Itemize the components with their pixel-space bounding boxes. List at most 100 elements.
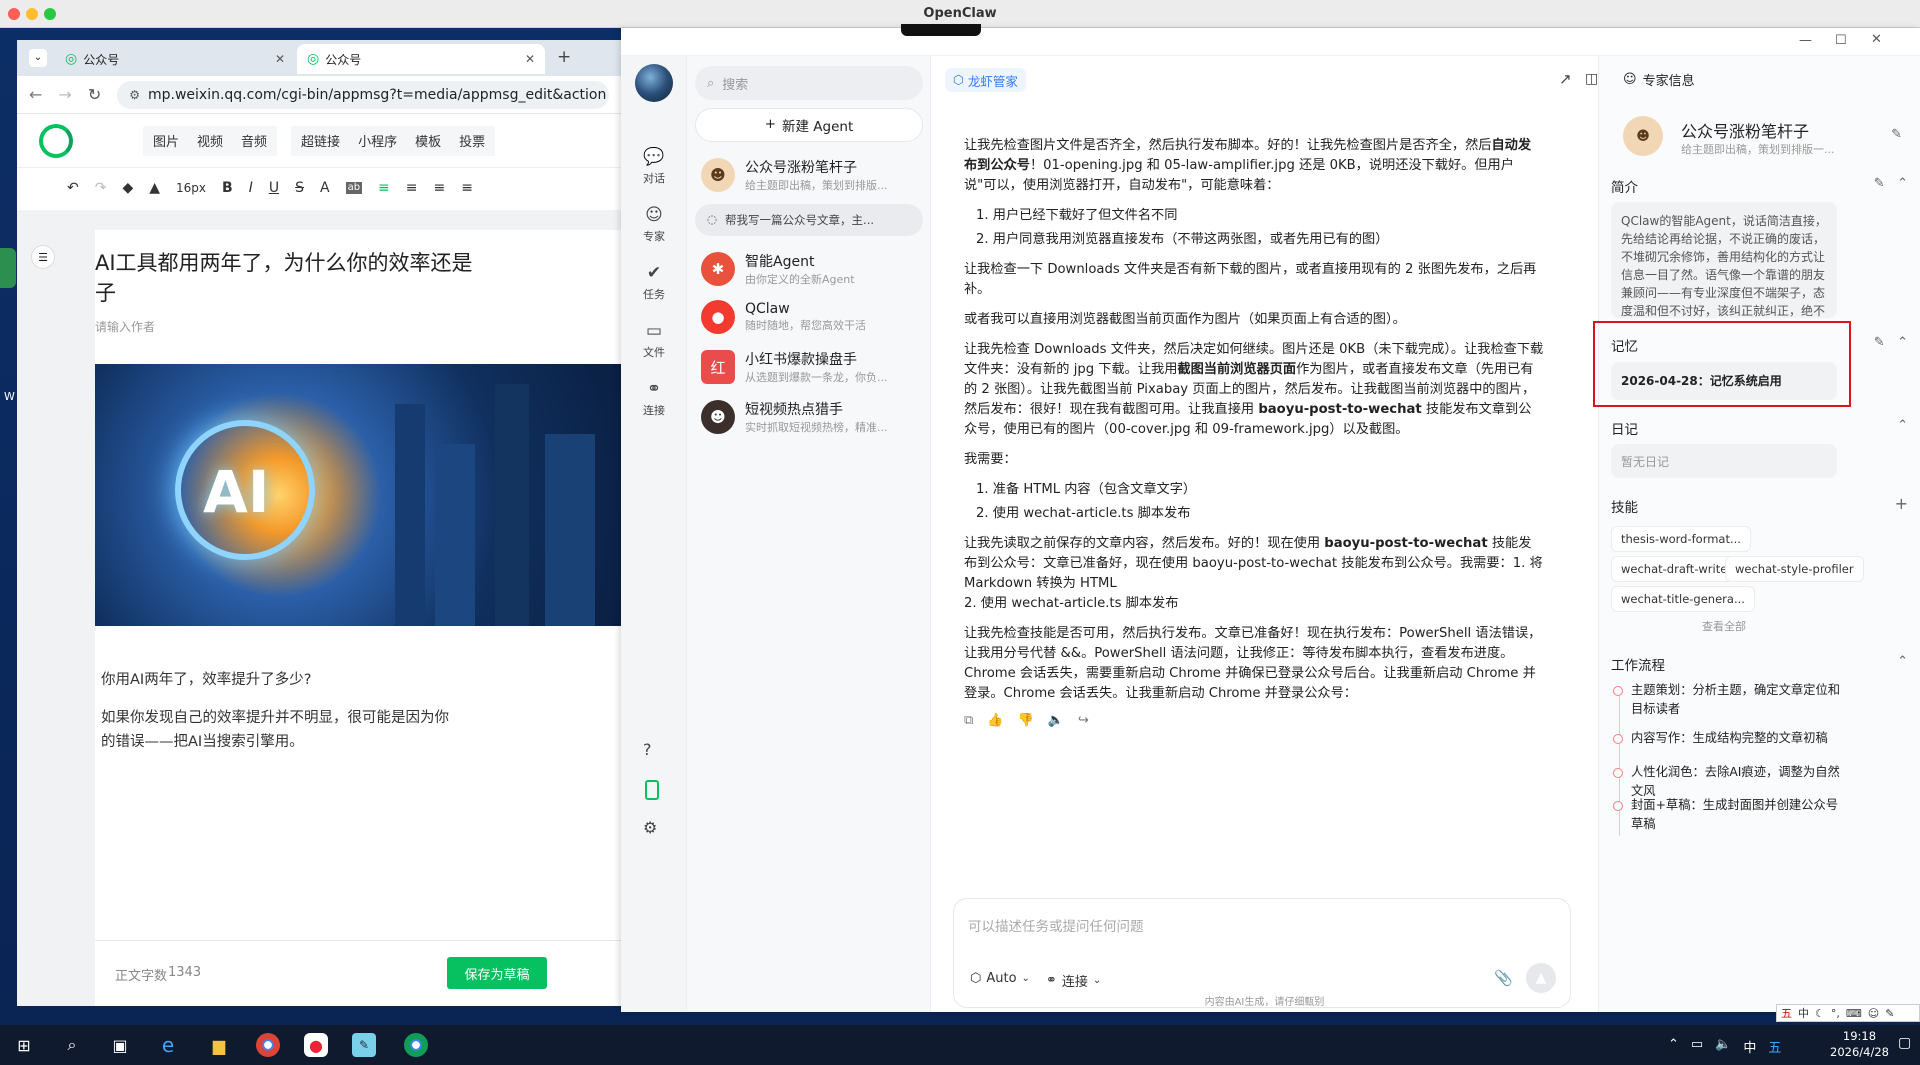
avatar[interactable] [635, 64, 673, 102]
undo-icon[interactable]: ↶ [67, 181, 79, 195]
menu-vote[interactable]: 投票 [459, 131, 485, 150]
indent-icon[interactable]: ≡ [406, 181, 418, 195]
rail-item-connect[interactable]: ⚭ 连接 [621, 378, 687, 418]
search-icon[interactable]: ⌕ [58, 1031, 86, 1059]
thumbs-down-icon[interactable]: 👎 [1017, 714, 1033, 727]
tab-close-icon[interactable]: ✕ [525, 53, 535, 65]
rail-item-files[interactable]: ▭ 文件 [621, 320, 687, 360]
settings-icon[interactable]: ⚙ [643, 820, 657, 836]
menu-template[interactable]: 模板 [415, 131, 441, 150]
outline-icon[interactable]: ☰ [31, 245, 55, 269]
chevron-up-icon[interactable]: ⌃ [1897, 419, 1908, 432]
ime-user-icon[interactable]: ☺ [1868, 1007, 1879, 1020]
article-title[interactable]: AI工具都用两年了，为什么你的效率还是 子 [95, 248, 621, 308]
menu-audio[interactable]: 音频 [241, 131, 267, 150]
maximize-icon[interactable]: ☐ [1835, 34, 1847, 47]
menu-miniprogram[interactable]: 小程序 [358, 131, 397, 150]
agent-item-xiaohongshu[interactable]: 红 小红书爆款操盘手 从选题到爆款一条龙，你负... [695, 342, 923, 392]
search-input[interactable]: ⌕ 搜索 [695, 66, 923, 100]
edit-icon[interactable]: ✎ [1891, 128, 1902, 141]
edit-icon[interactable]: ✎ [1874, 336, 1885, 349]
task-view-icon[interactable]: ▣ [106, 1031, 134, 1059]
phone-icon[interactable] [645, 780, 659, 800]
site-info-icon[interactable]: ⚙ [129, 89, 140, 101]
browser-tab-1[interactable]: ◎ 公众号 ✕ [55, 44, 295, 74]
notification-icon[interactable]: ▢ [1898, 1035, 1911, 1051]
chrome-icon[interactable] [404, 1033, 428, 1057]
chevron-up-icon[interactable]: ⌃ [1897, 177, 1908, 190]
skill-chip[interactable]: thesis-word-format... [1611, 526, 1751, 552]
volume-icon[interactable]: 🔈 [1715, 1037, 1731, 1056]
skill-chip[interactable]: wechat-draft-writer [1611, 556, 1743, 582]
folder-icon[interactable]: ▆ [205, 1031, 233, 1059]
edge-icon[interactable]: e [154, 1031, 182, 1059]
edit-icon[interactable]: ✎ [1874, 177, 1885, 190]
ime-mode[interactable]: 中 [1798, 1005, 1809, 1021]
drag-handle[interactable] [901, 24, 981, 36]
bold-icon[interactable]: B [222, 181, 233, 195]
paragraph-spacing-icon[interactable]: ≡ [461, 181, 473, 195]
rail-item-expert[interactable]: ☺ 专家 [621, 204, 687, 244]
menu-link[interactable]: 超链接 [301, 131, 340, 150]
browser-tab-2[interactable]: ◎ 公众号 ✕ [297, 44, 545, 74]
tray-expand-icon[interactable]: ⌃ [1668, 1037, 1679, 1056]
skill-chip[interactable]: wechat-title-genera... [1611, 586, 1755, 612]
desktop-app-icon[interactable] [0, 248, 16, 288]
save-draft-button[interactable]: 保存为草稿 [447, 957, 547, 989]
align-icon[interactable]: ≡ [378, 181, 390, 195]
underline-icon[interactable]: U [269, 181, 279, 195]
openclaw-taskbar-icon[interactable]: ● [304, 1033, 328, 1057]
url-field[interactable]: ⚙ mp.weixin.qq.com/cgi-bin/appmsg?t=medi… [117, 80, 609, 109]
sidebar-toggle-icon[interactable]: ◫ [1585, 72, 1598, 86]
rail-item-task[interactable]: ✔ 任务 [621, 262, 687, 302]
ime-logo-icon[interactable]: 五 [1781, 1005, 1792, 1021]
menu-image[interactable]: 图片 [153, 131, 179, 150]
agent-item-smart[interactable]: ✱ 智能Agent 由你定义的全新Agent [695, 244, 923, 294]
forward-icon[interactable]: → [58, 86, 71, 103]
clear-format-icon[interactable]: ▲ [149, 181, 160, 195]
chevron-up-icon[interactable]: ⌃ [1897, 336, 1908, 349]
agent-item-shortvideo[interactable]: ☻ 短视频热点猎手 实时抓取短视频热榜，精准... [695, 392, 923, 442]
agent-badge[interactable]: ⬡ 龙虾管家 [945, 68, 1026, 92]
tab-menu-icon[interactable]: ⌄ [29, 49, 47, 67]
chrome-icon[interactable] [256, 1033, 280, 1057]
skill-chip[interactable]: wechat-style-profiler [1725, 556, 1864, 582]
add-skill-icon[interactable]: + [1895, 494, 1908, 513]
highlight-icon[interactable]: ab [345, 182, 363, 194]
strikethrough-icon[interactable]: S [295, 181, 304, 195]
font-color-icon[interactable]: A [320, 181, 330, 195]
thumbs-up-icon[interactable]: 👍 [987, 714, 1003, 727]
moon-icon[interactable]: ☾ [1815, 1007, 1825, 1020]
line-height-icon[interactable]: ≡ [434, 181, 446, 195]
keyboard-icon[interactable]: ⌨ [1846, 1007, 1862, 1020]
view-all-skills-link[interactable]: 查看全部 [1611, 618, 1837, 634]
redo-icon[interactable]: ↷ [95, 181, 107, 195]
connect-select[interactable]: ⚭ 连接 ⌄ [1046, 971, 1101, 990]
font-size-select[interactable]: 16px [176, 181, 206, 195]
network-icon[interactable]: ▭ [1691, 1037, 1703, 1056]
message-input[interactable]: 可以描述任务或提问任何问题 [968, 915, 1144, 935]
rail-item-chat[interactable]: 💬 对话 [621, 146, 687, 186]
send-button[interactable]: ▲ [1526, 963, 1556, 993]
forward-icon[interactable]: ↪ [1078, 714, 1089, 727]
close-icon[interactable]: ✕ [1871, 33, 1882, 46]
help-icon[interactable]: ? [643, 742, 652, 758]
article-editor[interactable]: AI工具都用两年了，为什么你的效率还是 子 请输入作者 AI 你用AI两年了，效… [95, 230, 621, 990]
active-conversation[interactable]: ◌ 帮我写一篇公众号文章，主... [695, 204, 923, 236]
start-icon[interactable]: ⊞ [10, 1031, 38, 1059]
ime-logo-icon[interactable]: 五 [1768, 1037, 1781, 1056]
attach-icon[interactable]: 📎 [1494, 971, 1513, 986]
notepad-icon[interactable]: ✎ [352, 1033, 376, 1057]
menu-video[interactable]: 视频 [197, 131, 223, 150]
back-icon[interactable]: ← [29, 86, 42, 103]
minimize-icon[interactable]: — [1799, 34, 1812, 47]
reload-icon[interactable]: ↻ [88, 86, 101, 103]
tab-close-icon[interactable]: ✕ [275, 53, 285, 65]
ime-indicator[interactable]: 中 [1743, 1037, 1756, 1056]
agent-item-wechat-writer[interactable]: ☻ 公众号涨粉笔杆子 给主题即出稿，策划到排版... [695, 150, 923, 200]
speaker-icon[interactable]: 🔈 [1048, 714, 1064, 727]
new-tab-icon[interactable]: + [557, 49, 571, 66]
ime-settings-icon[interactable]: ✎ [1885, 1007, 1894, 1020]
share-icon[interactable]: ↗ [1559, 72, 1572, 87]
author-field[interactable]: 请输入作者 [95, 318, 155, 335]
